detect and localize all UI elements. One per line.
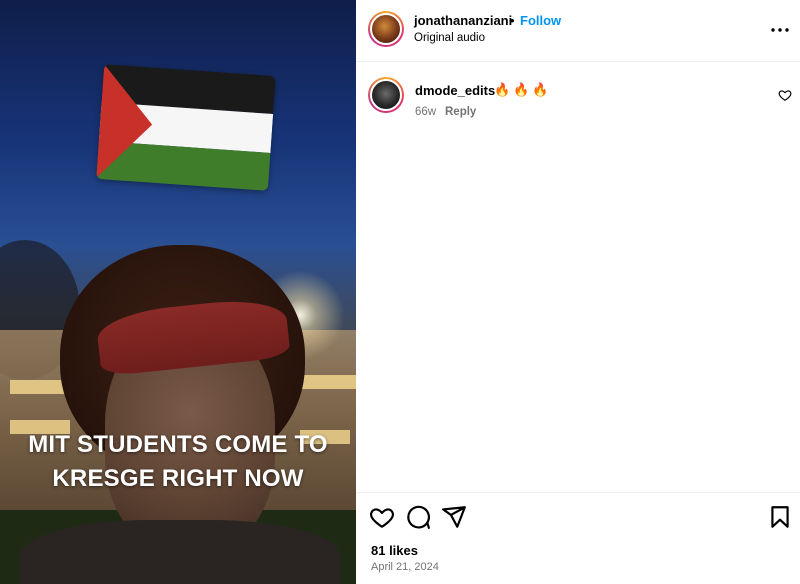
more-options-icon[interactable] bbox=[768, 18, 792, 42]
caption-line-1: MIT STUDENTS COME TO bbox=[28, 431, 328, 458]
author-username[interactable]: jonathananziani bbox=[414, 13, 512, 28]
bookmark-icon[interactable] bbox=[767, 504, 793, 530]
caption-line-2: KRESGE RIGHT NOW bbox=[52, 465, 304, 492]
comment-heart-icon[interactable] bbox=[778, 88, 792, 102]
comment-text: 🔥🔥🔥 bbox=[494, 82, 552, 97]
follow-button[interactable]: Follow bbox=[520, 13, 561, 28]
comment-item: dmode_edits 🔥🔥🔥 66w Reply bbox=[356, 62, 800, 132]
share-icon[interactable] bbox=[441, 504, 467, 530]
palestine-flag-sticker bbox=[96, 64, 276, 191]
reply-button[interactable]: Reply bbox=[445, 106, 476, 118]
header-separator: • bbox=[510, 13, 515, 28]
likes-count[interactable]: 81 likes bbox=[371, 543, 418, 558]
post-date[interactable]: April 21, 2024 bbox=[371, 561, 439, 573]
post-actions: 81 likes April 21, 2024 bbox=[356, 492, 800, 584]
person-shirt bbox=[20, 520, 340, 584]
author-avatar[interactable] bbox=[368, 11, 404, 47]
post-header: jonathananziani • Follow Original audio bbox=[356, 0, 800, 62]
audio-link[interactable]: Original audio bbox=[414, 32, 485, 44]
commenter-avatar[interactable] bbox=[368, 77, 404, 113]
comment-age[interactable]: 66w bbox=[415, 106, 436, 118]
like-heart-icon[interactable] bbox=[369, 504, 395, 530]
comment-username[interactable]: dmode_edits bbox=[415, 83, 495, 98]
post-side-panel: jonathananziani • Follow Original audio … bbox=[356, 0, 800, 584]
post-media[interactable]: MIT STUDENTS COME TO KRESGE RIGHT NOW bbox=[0, 0, 356, 584]
video-caption: MIT STUDENTS COME TO KRESGE RIGHT NOW bbox=[0, 428, 356, 496]
comment-icon[interactable] bbox=[405, 504, 431, 530]
